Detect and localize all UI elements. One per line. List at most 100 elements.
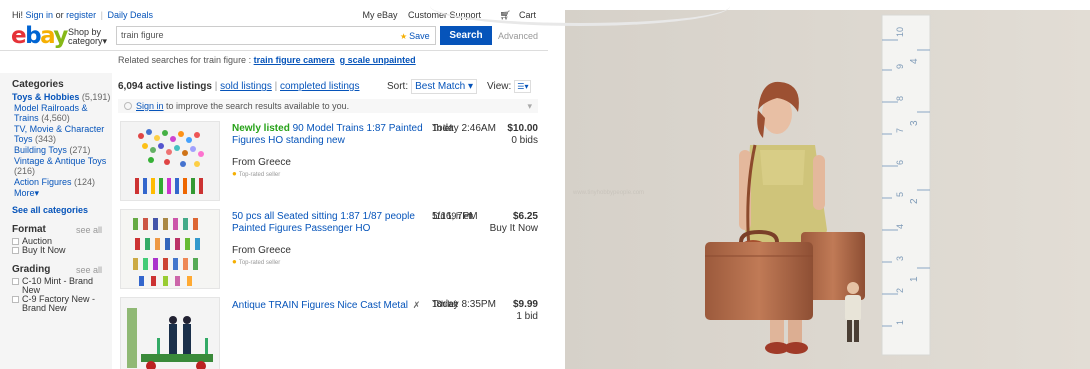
subcategory-item[interactable]: Vintage & Antique Toys (216) <box>14 156 112 176</box>
format-option-buy-it-now[interactable]: Buy It Now <box>12 246 112 255</box>
badge-label: Top-rated seller <box>238 260 281 266</box>
subcategory-name: TV, Movie & Character Toys <box>14 124 105 144</box>
register-link[interactable]: register <box>66 10 96 20</box>
ruler-number: 7 <box>895 128 905 133</box>
grading-option-c10[interactable]: C-10 Mint - Brand New <box>12 277 112 295</box>
format-heading: Format <box>12 224 46 235</box>
badge-label: Top-rated seller <box>238 172 281 178</box>
format-see-all-link[interactable]: see all <box>76 225 102 235</box>
save-label: Save <box>409 31 430 41</box>
ruler-number: 8 <box>895 96 905 101</box>
related-searches: Related searches for train figure : trai… <box>118 55 416 65</box>
shop-by-category-button[interactable]: Shop by category▾ <box>68 28 107 46</box>
top-rated-badge: ● Top-rated seller <box>232 257 280 266</box>
category-name: Toys & Hobbies <box>12 92 80 102</box>
listing-thumbnail[interactable] <box>120 297 220 369</box>
subcategory-name: Building Toys <box>14 145 67 155</box>
format-filter: Format see all Auction Buy It Now <box>12 224 112 255</box>
pin-icon: ✗ <box>412 300 421 310</box>
subcategory-count: (216) <box>14 166 36 176</box>
chevron-down-icon[interactable]: ▾ <box>527 101 532 112</box>
listing-title[interactable]: Newly listed 90 Model Trains 1:87 Painte… <box>232 123 427 147</box>
ruler-number: 10 <box>895 27 905 37</box>
listing-time: 18h left Today 8:35PM <box>432 299 496 310</box>
advanced-search-link[interactable]: Advanced <box>498 31 538 41</box>
ruler-number: 4 <box>909 58 920 64</box>
related-link-2[interactable]: g scale unpainted <box>340 55 416 65</box>
my-ebay-link[interactable]: My eBay <box>362 10 397 20</box>
grading-heading: Grading <box>12 264 51 275</box>
signin-banner-link[interactable]: Sign in <box>136 101 164 111</box>
listing-bids: 1 bid <box>516 311 538 322</box>
subcategory-count: (343) <box>35 134 57 144</box>
results-panel: 6,094 active listings | sold listings | … <box>112 73 548 369</box>
related-label: Related searches for train figure : <box>118 55 252 65</box>
ruler-number: 2 <box>909 198 920 204</box>
category-top[interactable]: Toys & Hobbies (5,191) <box>12 92 112 102</box>
time-left: 11d 19h left <box>432 211 473 221</box>
signin-banner: Sign in to improve the search results av… <box>118 99 538 113</box>
view-label: View: <box>487 81 512 92</box>
see-all-categories-link[interactable]: See all categories <box>12 205 112 215</box>
subcategory-item[interactable]: Model Railroads & Trains (4,560) <box>14 103 112 123</box>
listing-item[interactable]: 50 pcs all Seated sitting 1:87 1/87 peop… <box>112 209 548 294</box>
ruler-number: 9 <box>895 64 905 69</box>
grading-option-c9[interactable]: C-9 Factory New - Brand New <box>12 295 112 313</box>
checkbox[interactable] <box>12 278 19 285</box>
listing-price: $9.99 <box>512 299 538 310</box>
view-dropdown[interactable]: ☰▾ <box>514 80 532 93</box>
subcategory-name: Vintage & Antique Toys <box>14 156 107 166</box>
ruler-number: 2 <box>895 288 905 293</box>
listing-item[interactable]: Antique TRAIN Figures Nice Cast Metal ✗ … <box>112 297 548 369</box>
subcategory-item[interactable]: TV, Movie & Character Toys (343) <box>14 124 112 144</box>
checkbox[interactable] <box>12 247 19 254</box>
category-label: category <box>68 36 103 46</box>
ruler-number: 4 <box>895 224 905 229</box>
more-categories-link[interactable]: More▾ <box>14 188 112 199</box>
listing-item[interactable]: Newly listed 90 Model Trains 1:87 Painte… <box>112 121 548 206</box>
subcategory-name: Action Figures <box>14 177 72 187</box>
listing-title-text: 50 pcs all Seated sitting 1:87 1/87 peop… <box>232 211 415 234</box>
more-label: More <box>14 188 35 198</box>
chevron-down-icon: ▾ <box>34 188 40 198</box>
save-search-button[interactable]: ★ Save <box>400 31 430 41</box>
subcategory-item[interactable]: Building Toys (271) <box>14 145 112 155</box>
top-rated-badge: ● Top-rated seller <box>232 169 280 178</box>
listing-title-text: Antique TRAIN Figures Nice Cast Metal <box>232 300 408 311</box>
ebay-logo[interactable]: ebay <box>11 24 68 48</box>
search-input[interactable]: train figure <box>116 26 436 45</box>
checkbox[interactable] <box>12 296 19 303</box>
ruler-number: 1 <box>909 276 920 282</box>
listing-bids: 0 bids <box>511 135 538 146</box>
search-button[interactable]: Search <box>440 26 492 45</box>
star-icon: ★ <box>400 32 408 41</box>
grading-see-all-link[interactable]: see all <box>76 265 102 275</box>
greeting-text: Hi! <box>12 10 23 20</box>
sort-control: Sort: Best Match ▾ <box>387 79 477 94</box>
ruler-number: 6 <box>895 160 905 165</box>
completed-listings-link[interactable]: completed listings <box>280 81 359 92</box>
sort-dropdown[interactable]: Best Match ▾ <box>411 79 477 94</box>
daily-deals-link[interactable]: Daily Deals <box>107 10 153 20</box>
sold-listings-link[interactable]: sold listings <box>220 81 272 92</box>
photo-watermark: www.tinyhobbypeople.com <box>573 190 645 196</box>
ebay-search-screenshot: Hi! Sign in or register | Daily Deals My… <box>0 0 548 369</box>
subcategory-item[interactable]: Action Figures (124) <box>14 177 112 187</box>
ruler-number: 1 <box>895 320 905 325</box>
header-divider <box>0 50 548 51</box>
listing-origin: From Greece <box>232 245 291 256</box>
listing-price: $10.00 <box>507 123 538 134</box>
chevron-down-icon: ▾ <box>467 81 473 92</box>
signin-banner-text: to improve the search results available … <box>166 101 350 111</box>
listing-bids: Buy It Now <box>489 223 538 234</box>
listing-title[interactable]: Antique TRAIN Figures Nice Cast Metal ✗ <box>232 299 427 312</box>
signin-link[interactable]: Sign in <box>26 10 54 20</box>
top-rated-icon: ● <box>232 257 237 266</box>
checkbox[interactable] <box>12 238 19 245</box>
listing-thumbnail[interactable] <box>120 209 220 289</box>
listing-time: 11d 19h left 5/16, 7PM <box>432 211 478 222</box>
option-label: C-9 Factory New - Brand New <box>22 294 96 313</box>
listing-thumbnail[interactable] <box>120 121 220 201</box>
related-link-1[interactable]: train figure camera <box>254 55 335 65</box>
listing-title[interactable]: 50 pcs all Seated sitting 1:87 1/87 peop… <box>232 211 427 235</box>
